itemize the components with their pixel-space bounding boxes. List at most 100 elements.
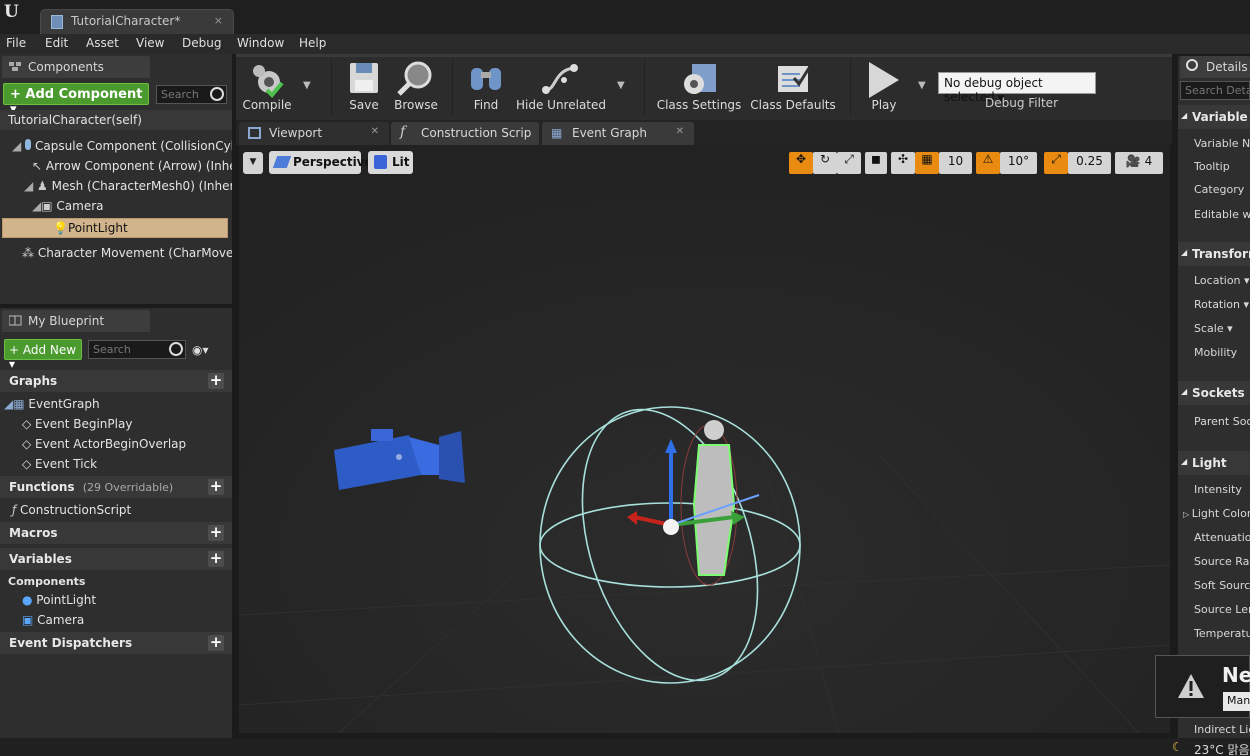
details-search-input[interactable]: Search Details [1180,81,1250,100]
class-settings-label: Class Settings [656,98,742,112]
detail-row-label[interactable]: Rotation ▾ [1194,298,1249,311]
add-macro-button[interactable]: + [208,525,224,541]
3d-viewport[interactable] [239,145,1170,733]
toolbar-separator [452,58,453,116]
tree-item-arrow[interactable]: ↖ Arrow Component (Arrow) (Inherited) [0,156,232,176]
menu-window[interactable]: Window [237,36,284,50]
self-label: TutorialCharacter(self) [8,113,142,127]
tree-item-label: Mesh (CharacterMesh0) (Inherited) [51,179,232,193]
visibility-eye-icon[interactable]: ◉▾ [192,343,222,357]
movement-icon: ⁂ [22,246,38,260]
surface-snap-icon[interactable]: ✣ [891,152,915,174]
add-component-button[interactable]: + Add Component ▾ [3,83,149,117]
variable-item[interactable]: ● PointLight [0,590,232,610]
details-section-variable[interactable]: ◢ Variable [1178,105,1250,129]
compile-button[interactable]: Compile [240,56,294,118]
close-tab-icon[interactable]: ✕ [371,126,379,137]
graph-icon: ◢▦ [4,397,29,411]
close-tab-icon[interactable]: × [214,14,223,27]
tree-item-pointlight-selected[interactable]: 💡PointLight [2,218,228,238]
self-row[interactable]: TutorialCharacter(self) [0,110,232,130]
add-variable-button[interactable]: + [208,551,224,567]
details-search-placeholder: Search Details [1185,84,1249,97]
save-button[interactable]: Save [342,56,386,118]
translate-mode-icon[interactable]: ✥ [789,152,813,174]
variable-item[interactable]: ▣ Camera [0,610,232,630]
tree-item-movement[interactable]: ⁂ Character Movement (CharMoveComp) [0,243,232,263]
notification-button[interactable]: Man [1223,692,1250,711]
components-variable-group[interactable]: Components [0,572,232,592]
details-section-sockets[interactable]: ◢ Sockets [1178,381,1250,405]
my-blueprint-tab[interactable]: My Blueprint [2,310,150,332]
menu-asset[interactable]: Asset [86,36,119,50]
menu-debug[interactable]: Debug [182,36,221,50]
tree-item-camera[interactable]: ◢▣ Camera [0,196,232,216]
section-graphs[interactable]: Graphs + [0,370,232,392]
event-item[interactable]: ◇ Event ActorBeginOverlap [0,434,232,454]
rotation-snap-value[interactable]: 10° [1000,152,1037,174]
event-item[interactable]: ◇ Event BeginPlay [0,414,232,434]
lit-button[interactable]: Lit [368,151,413,174]
hide-options-chevron-icon[interactable]: ▼ [617,80,625,91]
section-macros[interactable]: Macros + [0,522,232,544]
camera-speed-button[interactable]: 🎥 4 [1115,152,1163,174]
components-search-input[interactable]: Search [156,85,227,104]
detail-row-label[interactable]: Location ▾ [1194,274,1250,287]
class-settings-button[interactable]: Class Settings [656,56,742,118]
viewport-scene[interactable] [239,145,1170,733]
event-graph-item[interactable]: ◢▦ EventGraph [0,394,232,414]
find-button[interactable]: Find [464,56,508,118]
perspective-button[interactable]: Perspective [269,151,373,174]
menu-view[interactable]: View [136,36,164,50]
notification-toast[interactable]: New Man [1155,655,1250,718]
checklist-icon [778,66,811,92]
section-dispatchers-label: Event Dispatchers [9,636,133,650]
blueprint-search-input[interactable]: Search [88,340,186,359]
tree-item-mesh[interactable]: ◢ ♟ Mesh (CharacterMesh0) (Inherited) [0,176,232,196]
tree-item-capsule[interactable]: ◢ Capsule Component (CollisionCylinder) [0,136,232,156]
details-splitter[interactable] [1172,56,1178,756]
class-defaults-button[interactable]: Class Defaults [750,56,836,118]
detail-row-label[interactable]: Scale ▾ [1194,322,1233,335]
section-functions[interactable]: Functions (29 Overridable) + [0,476,232,498]
add-new-button[interactable]: + Add New ▾ [4,339,82,371]
tab-viewport[interactable]: Viewport ✕ [239,122,389,145]
play-button[interactable]: Play [860,56,908,118]
menu-help[interactable]: Help [299,36,326,50]
binoculars-icon [471,68,501,90]
details-section-light[interactable]: ◢ Light [1178,451,1250,475]
details-section-transform[interactable]: ◢ Transform [1178,242,1250,266]
grid-snap-value[interactable]: 10 [939,152,972,174]
tab-event-graph[interactable]: ▦ Event Graph ✕ [542,122,694,145]
detail-row-expandable[interactable]: ▷ Light Color [1183,507,1250,520]
moon-weather-icon: ☾ [1172,740,1183,754]
hide-unrelated-button[interactable]: Hide Unrelated [516,56,606,118]
scale-snap-icon[interactable]: ⤢ [1044,152,1068,174]
grid-snap-icon[interactable]: ▦ [915,152,939,174]
scale-snap-value[interactable]: 0.25 [1068,152,1111,174]
construction-script-item[interactable]: ƒ ConstructionScript [0,500,232,520]
add-dispatcher-button[interactable]: + [208,635,224,651]
document-tab[interactable]: TutorialCharacter* × [40,9,234,34]
world-local-icon[interactable]: ◼ [865,152,887,174]
viewport-options-chevron-icon[interactable]: ▼ [243,152,263,174]
section-event-dispatchers[interactable]: Event Dispatchers + [0,632,232,654]
menu-file[interactable]: File [6,36,26,50]
details-tab[interactable]: Details [1180,56,1250,78]
section-variables[interactable]: Variables + [0,548,232,570]
components-tab[interactable]: Components [2,56,150,78]
menu-edit[interactable]: Edit [45,36,68,50]
add-graph-button[interactable]: + [208,373,224,389]
add-function-button[interactable]: + [208,479,224,495]
perspective-label: Perspective [293,155,373,169]
compile-options-chevron-icon[interactable]: ▼ [303,80,311,91]
tab-construction-script[interactable]: f Construction Scrip [391,122,539,145]
debug-object-select[interactable]: No debug object selected ▼ [938,72,1096,104]
scale-mode-icon[interactable]: ⤢ [837,152,861,174]
play-options-chevron-icon[interactable]: ▼ [918,80,926,91]
close-tab-icon[interactable]: ✕ [676,126,684,137]
event-item[interactable]: ◇ Event Tick [0,454,232,474]
browse-button[interactable]: Browse [392,56,440,118]
rotate-mode-icon[interactable]: ↻ [813,152,837,174]
rotation-snap-icon[interactable]: ⚠ [976,152,1000,174]
